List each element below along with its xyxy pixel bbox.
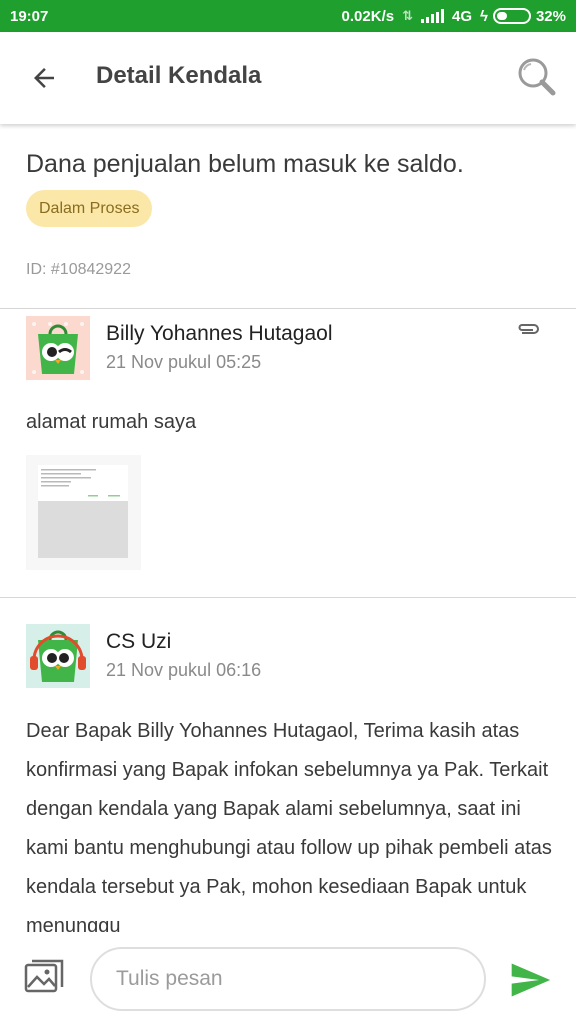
message-input[interactable] xyxy=(90,947,486,1011)
battery-indicator: ϟ 32% xyxy=(480,8,566,25)
message-sender: Billy Yohannes Hutagaol xyxy=(106,322,333,345)
status-badge: Dalam Proses xyxy=(26,190,153,227)
page-title: Detail Kendala xyxy=(96,62,262,89)
message-time: 21 Nov pukul 06:16 xyxy=(106,660,262,680)
divider xyxy=(0,308,576,309)
battery-percent: 32% xyxy=(535,7,566,25)
message-text: Dear Bapak Billy Yohannes Hutagaol, Teri… xyxy=(26,720,552,932)
network-speed: 0.02K/s xyxy=(341,7,395,25)
attachment-image-preview xyxy=(38,465,128,558)
battery-level-fill xyxy=(496,12,507,20)
message-text: alamat rumah saya xyxy=(26,411,197,433)
ticket-title: Dana penjualan belum masuk ke saldo. xyxy=(26,150,464,178)
attachment-thumbnail[interactable] xyxy=(26,455,141,570)
avatar xyxy=(26,316,90,380)
message-sender: CS Uzi xyxy=(106,630,172,653)
status-bar: 19:07 0.02K/s ⇅ 4G ϟ 32% xyxy=(0,0,576,32)
search-button[interactable] xyxy=(514,54,558,98)
paperclip-icon xyxy=(518,324,539,334)
data-transfer-icon: ⇅ xyxy=(402,8,413,23)
ticket-id: ID: #10842922 xyxy=(26,261,131,278)
divider xyxy=(0,597,576,598)
status-indicators: 0.02K/s ⇅ 4G ϟ 32% xyxy=(342,8,566,25)
back-button[interactable] xyxy=(24,58,64,98)
attach-image-button[interactable] xyxy=(24,959,64,999)
battery-icon xyxy=(492,8,531,24)
signal-icon xyxy=(421,9,444,23)
charging-icon: ϟ xyxy=(480,7,488,25)
status-time: 19:07 xyxy=(10,7,49,25)
message-composer xyxy=(0,932,576,1024)
send-button[interactable] xyxy=(508,958,552,1002)
search-icon xyxy=(518,58,556,96)
arrow-back-icon xyxy=(34,68,54,88)
cs-owl-avatar-icon xyxy=(26,624,90,688)
message-time: 21 Nov pukul 05:25 xyxy=(106,352,262,372)
app-bar: Detail Kendala xyxy=(0,32,576,124)
network-type: 4G xyxy=(452,7,473,25)
avatar xyxy=(26,624,90,688)
send-icon xyxy=(511,963,551,997)
image-gallery-icon xyxy=(24,959,64,993)
tokopedia-owl-avatar-icon xyxy=(26,316,90,380)
